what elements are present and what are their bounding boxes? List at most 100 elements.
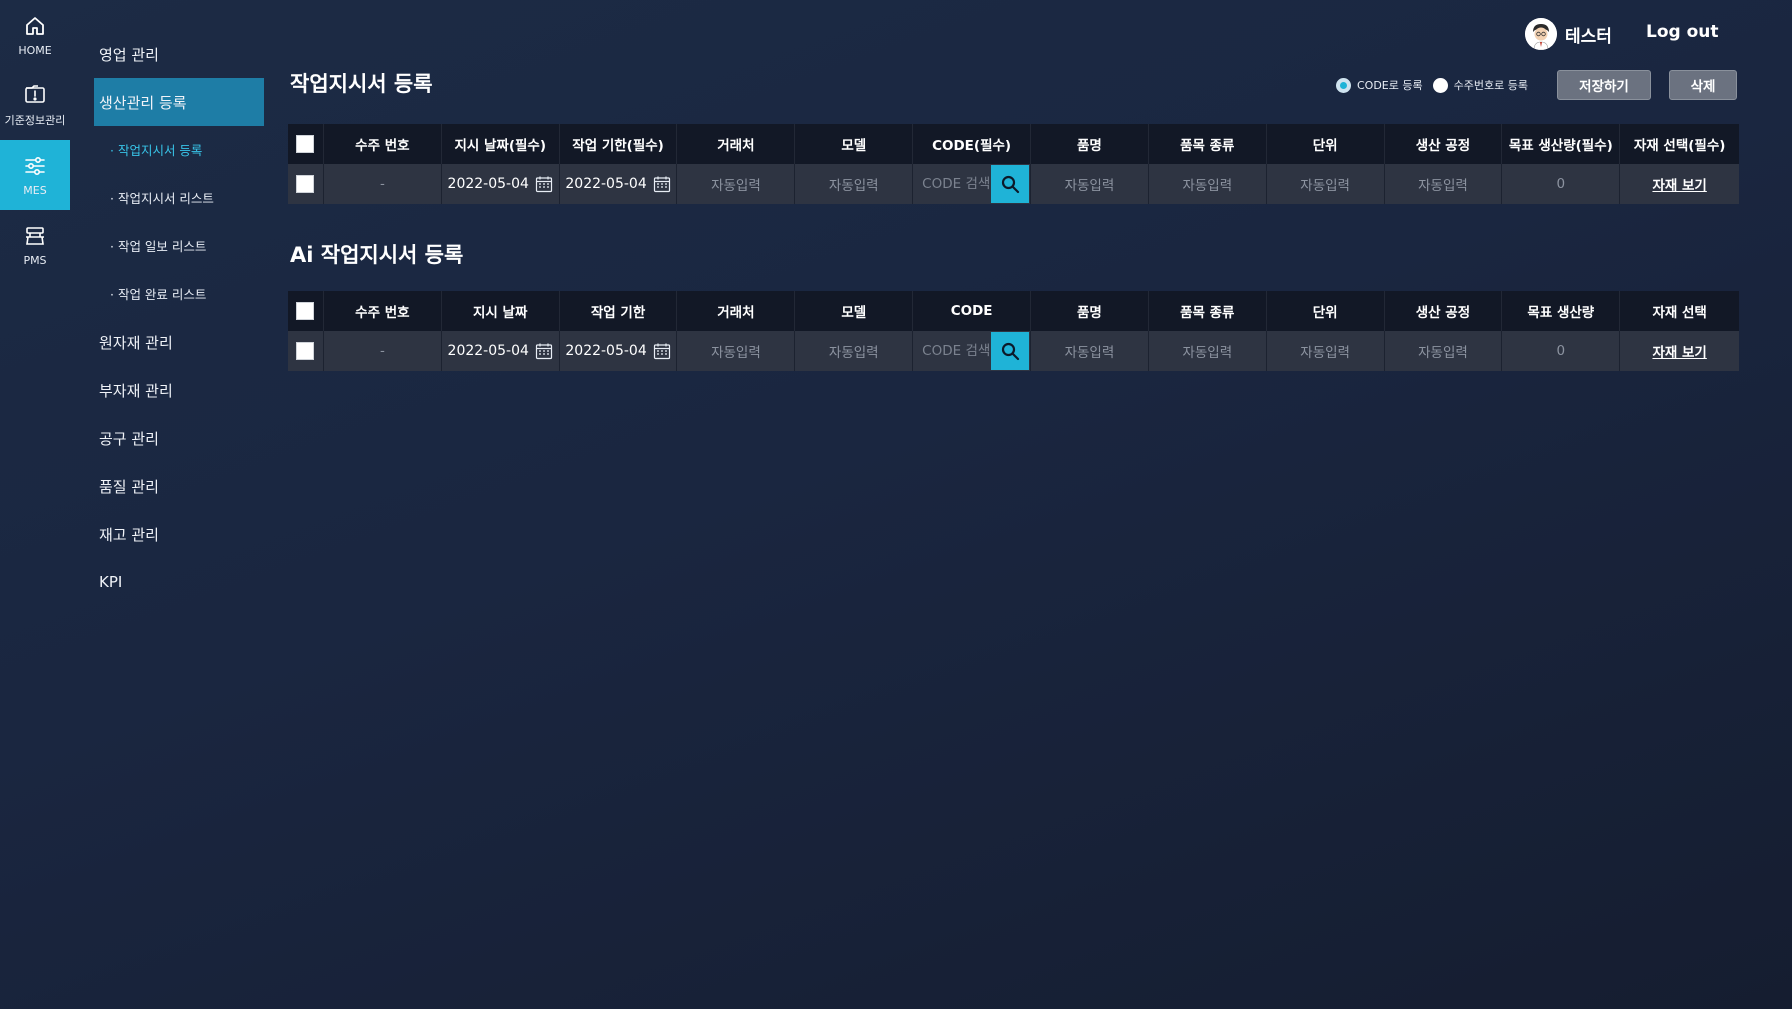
register-mode-radio-group: CODE로 등록 수주번호로 등록 (1336, 70, 1538, 100)
view-material-link[interactable]: 자재 보기 (1652, 341, 1706, 361)
column-header: 생산 공정 (1385, 124, 1503, 164)
work-order-table: 수주 번호 지시 날짜(필수) 작업 기한(필수) 거래처 모델 CODE(필수… (288, 124, 1739, 204)
deadline-value: 2022-05-04 (565, 343, 647, 359)
item-type-cell: 자동입력 (1149, 164, 1267, 204)
row-checkbox[interactable] (296, 175, 315, 193)
select-all-checkbox[interactable] (296, 302, 315, 320)
column-header: CODE (913, 291, 1032, 331)
column-header: 생산 공정 (1385, 291, 1503, 331)
search-icon (1002, 175, 1020, 194)
calendar-icon[interactable] (653, 175, 671, 193)
column-header: 지시 날짜(필수) (442, 124, 560, 164)
submenu-item-daily-report-list[interactable]: · 작업 일보 리스트 (110, 230, 206, 260)
deadline-date-picker[interactable]: 2022-05-04 (560, 331, 678, 371)
sliders-icon (23, 154, 47, 178)
target-qty-cell[interactable]: 0 (1502, 331, 1621, 371)
submenu-item-completion-list[interactable]: · 작업 완료 리스트 (110, 278, 206, 308)
delete-button[interactable]: 삭제 (1669, 70, 1737, 100)
material-select-cell: 자재 보기 (1620, 164, 1739, 204)
column-header: 작업 기한(필수) (560, 124, 678, 164)
menu-item-production[interactable]: 생산관리 등록 (94, 78, 264, 126)
menu-item-quality[interactable]: 품질 관리 (94, 462, 264, 510)
radio-dot-checked (1336, 77, 1351, 93)
view-material-link[interactable]: 자재 보기 (1652, 174, 1706, 194)
select-all-checkbox[interactable] (296, 135, 315, 153)
table-header-row: 수주 번호 지시 날짜(필수) 작업 기한(필수) 거래처 모델 CODE(필수… (288, 124, 1739, 164)
rail-item-mes[interactable]: MES (0, 140, 70, 210)
unit-cell: 자동입력 (1267, 331, 1385, 371)
menu-item-sub-material[interactable]: 부자재 관리 (94, 366, 264, 414)
radio-register-by-code[interactable]: CODE로 등록 (1336, 77, 1423, 93)
code-search-input[interactable] (913, 332, 992, 370)
select-all-cell (288, 291, 324, 331)
menu-item-tools[interactable]: 공구 관리 (94, 414, 264, 462)
rail-item-pms[interactable]: PMS (0, 210, 70, 280)
icon-rail: HOME 기준정보관리 MES PMS (0, 0, 70, 1009)
table-row: - 2022-05-04 2022-05-04 자동입력 자동입력 자동입력 자… (288, 331, 1739, 371)
submenu-item-work-order-list[interactable]: · 작업지시서 리스트 (110, 182, 214, 212)
column-header: 거래처 (677, 124, 796, 164)
column-header: CODE(필수) (913, 124, 1032, 164)
row-select-cell (288, 331, 324, 371)
home-icon (23, 14, 47, 38)
ai-work-order-table: 수주 번호 지시 날짜 작업 기한 거래처 모델 CODE 품명 품목 종류 단… (288, 291, 1739, 371)
instruct-date-value: 2022-05-04 (447, 343, 529, 359)
column-header: 거래처 (677, 291, 796, 331)
order-no-cell: - (324, 331, 442, 371)
column-header: 작업 기한 (560, 291, 678, 331)
calendar-icon[interactable] (535, 342, 553, 360)
unit-cell: 자동입력 (1267, 164, 1385, 204)
submenu-item-work-order-register[interactable]: · 작업지시서 등록 (110, 134, 202, 164)
radio-register-by-order-no[interactable]: 수주번호로 등록 (1432, 77, 1528, 93)
rail-label-pms: PMS (23, 253, 47, 267)
folder-alert-icon (23, 82, 47, 106)
model-cell: 자동입력 (795, 164, 914, 204)
column-header: 품명 (1031, 291, 1149, 331)
calendar-icon[interactable] (535, 175, 553, 193)
user-info[interactable]: 테스터 (1525, 18, 1612, 50)
rail-item-master-data[interactable]: 기준정보관리 (0, 70, 70, 140)
client-cell: 자동입력 (677, 331, 796, 371)
process-cell: 자동입력 (1385, 331, 1503, 371)
item-name-cell: 자동입력 (1031, 331, 1149, 371)
instruct-date-picker[interactable]: 2022-05-04 (442, 331, 560, 371)
row-checkbox[interactable] (296, 342, 315, 360)
column-header: 품목 종류 (1149, 124, 1267, 164)
code-search-button[interactable] (991, 332, 1030, 370)
menu-item-kpi[interactable]: KPI (94, 558, 264, 606)
code-search-button[interactable] (991, 165, 1030, 203)
menu-item-inventory[interactable]: 재고 관리 (94, 510, 264, 558)
code-search-input[interactable] (913, 165, 992, 203)
column-header: 수주 번호 (324, 124, 442, 164)
column-header: 단위 (1267, 124, 1385, 164)
code-search-cell (913, 164, 1032, 204)
radio-label-order-no: 수주번호로 등록 (1453, 79, 1528, 92)
item-type-cell: 자동입력 (1149, 331, 1267, 371)
deadline-value: 2022-05-04 (565, 176, 647, 192)
menu-item-sales[interactable]: 영업 관리 (94, 30, 264, 78)
save-button[interactable]: 저장하기 (1557, 70, 1651, 100)
column-header: 자재 선택(필수) (1633, 138, 1726, 154)
radio-label-code: CODE로 등록 (1357, 79, 1423, 92)
menu-item-raw-material[interactable]: 원자재 관리 (94, 318, 264, 366)
rail-label-home: HOME (18, 43, 52, 57)
machine-icon (23, 224, 47, 248)
instruct-date-picker[interactable]: 2022-05-04 (442, 164, 560, 204)
search-icon (1002, 342, 1020, 361)
avatar-icon (1525, 18, 1557, 50)
logout-button[interactable]: Log out (1646, 22, 1719, 42)
radio-dot-unchecked (1432, 77, 1448, 93)
column-header: 수주 번호 (324, 291, 442, 331)
row-select-cell (288, 164, 324, 204)
column-header: 자재 선택 (1652, 305, 1707, 321)
calendar-icon[interactable] (653, 342, 671, 360)
column-header: 품명 (1031, 124, 1149, 164)
column-header: 품목 종류 (1149, 291, 1267, 331)
material-select-cell: 자재 보기 (1620, 331, 1739, 371)
section-title-work-order: 작업지시서 등록 (290, 72, 433, 96)
deadline-date-picker[interactable]: 2022-05-04 (560, 164, 678, 204)
column-header: 지시 날짜 (442, 291, 560, 331)
column-header: 목표 생산량 (1502, 291, 1621, 331)
target-qty-cell[interactable]: 0 (1502, 164, 1621, 204)
rail-item-home[interactable]: HOME (0, 0, 70, 70)
